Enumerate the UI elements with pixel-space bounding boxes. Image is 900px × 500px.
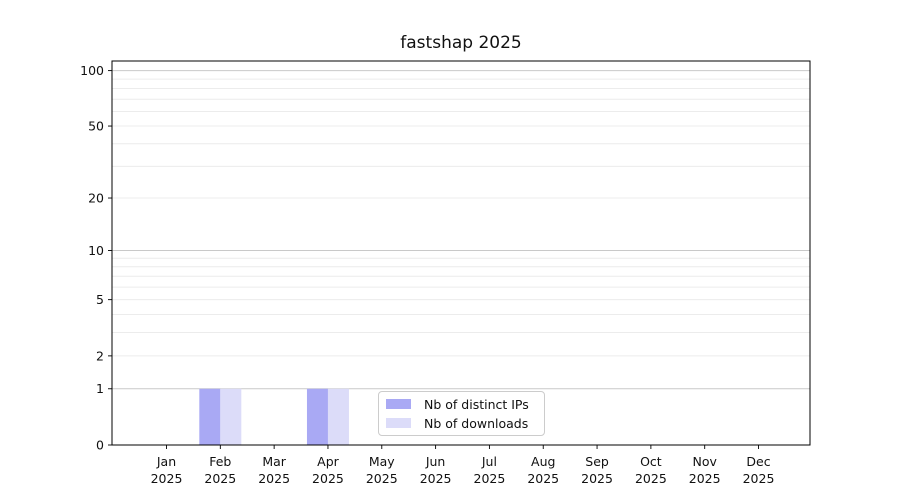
legend-swatch [386, 399, 411, 409]
x-tick-label-year: 2025 [312, 471, 344, 486]
legend-label: Nb of downloads [424, 416, 528, 431]
axis-frame [112, 61, 810, 445]
y-tick-label: 20 [88, 190, 104, 205]
y-tick-label: 100 [80, 63, 104, 78]
y-tick-label: 1 [96, 381, 104, 396]
y-tick-label: 0 [96, 437, 104, 452]
x-tick-label-month: Jun [425, 454, 446, 469]
legend-item: Nb of downloads [386, 416, 544, 431]
x-tick-label-month: Nov [692, 454, 717, 469]
bar-distinct-ips-feb [199, 389, 220, 445]
x-tick-label-year: 2025 [151, 471, 183, 486]
x-tick-label-year: 2025 [689, 471, 721, 486]
bar-distinct-ips-apr [307, 389, 328, 445]
x-tick-label-month: May [369, 454, 395, 469]
x-tick-label-month: Apr [317, 454, 339, 469]
y-tick-label: 50 [88, 118, 104, 133]
y-tick-label: 5 [96, 292, 104, 307]
x-tick-label-year: 2025 [743, 471, 775, 486]
x-tick-label-month: Jul [481, 454, 497, 469]
x-tick-label-month: Dec [746, 454, 770, 469]
bar-downloads-apr [328, 389, 349, 445]
x-tick-label-month: Sep [585, 454, 609, 469]
x-tick-label-year: 2025 [581, 471, 613, 486]
x-tick-label-year: 2025 [204, 471, 236, 486]
chart-canvas: Jan2025Feb2025Mar2025Apr2025May2025Jun20… [0, 0, 900, 500]
legend: Nb of distinct IPs Nb of downloads [378, 391, 545, 436]
x-tick-label-month: Feb [209, 454, 231, 469]
x-tick-label-year: 2025 [527, 471, 559, 486]
x-tick-label-month: Jan [156, 454, 176, 469]
x-tick-label-month: Oct [640, 454, 662, 469]
legend-item: Nb of distinct IPs [386, 397, 544, 412]
x-tick-label-month: Aug [531, 454, 555, 469]
x-tick-label-year: 2025 [635, 471, 667, 486]
x-tick-label-month: Mar [262, 454, 286, 469]
x-tick-label-year: 2025 [366, 471, 398, 486]
chart-title: fastshap 2025 [112, 33, 810, 53]
x-tick-label-year: 2025 [420, 471, 452, 486]
x-tick-label-year: 2025 [474, 471, 506, 486]
legend-swatch [386, 418, 411, 428]
bar-downloads-feb [220, 389, 241, 445]
legend-label: Nb of distinct IPs [424, 397, 529, 412]
y-tick-label: 2 [96, 348, 104, 363]
y-tick-label: 10 [88, 243, 104, 258]
x-tick-label-year: 2025 [258, 471, 290, 486]
